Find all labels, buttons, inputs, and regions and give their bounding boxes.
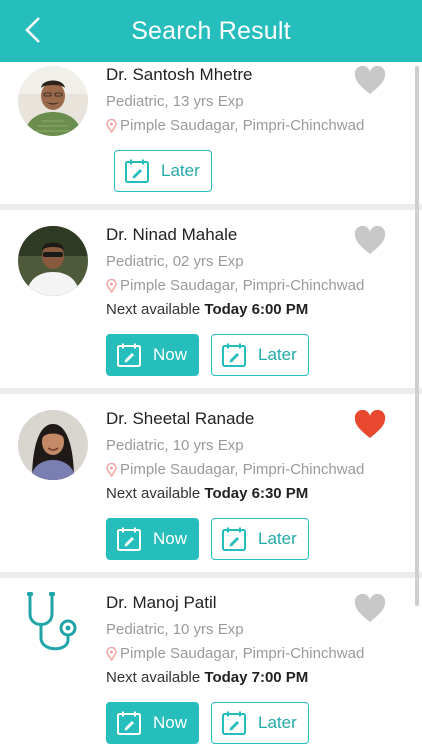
location-text: Pimple Saudagar, Pimpri-Chinchwad [120, 645, 365, 662]
location-pin-icon [106, 462, 117, 477]
doctor-name[interactable]: Dr. Sheetal Ranade [106, 409, 254, 429]
doctor-location: Pimple Saudagar, Pimpri-Chinchwad [106, 461, 364, 478]
calendar-edit-icon [116, 342, 142, 368]
doctor-location: Pimple Saudagar, Pimpri-Chinchwad [106, 645, 364, 662]
location-pin-icon [106, 278, 117, 293]
calendar-edit-icon [116, 710, 142, 736]
doctor-specialty: Pediatric, 10 yrs Exp [106, 621, 244, 638]
book-later-button[interactable]: Later [211, 334, 309, 376]
calendar-edit-icon [116, 526, 142, 552]
availability-time: Today 7:00 PM [204, 669, 309, 686]
app-header: Search Result [0, 0, 422, 62]
availability-time: Today 6:00 PM [204, 301, 309, 318]
stethoscope-icon [18, 588, 88, 658]
availability-time: Today 6:30 PM [204, 485, 309, 502]
now-label: Now [153, 345, 188, 364]
doctor-location: Pimple Saudagar, Pimpri-Chinchwad [106, 117, 364, 134]
book-later-button[interactable]: Later [211, 518, 309, 560]
location-pin-icon [106, 646, 117, 661]
avatar [18, 226, 88, 296]
favorite-heart-icon[interactable] [354, 409, 386, 440]
avatar [18, 410, 88, 480]
favorite-heart-icon[interactable] [354, 593, 386, 624]
doctor-card[interactable]: Dr. Ninad Mahale Pediatric, 02 yrs Exp P… [0, 210, 422, 388]
next-available: Next available Today 7:00 PM [106, 669, 308, 686]
later-label: Later [258, 345, 297, 364]
next-available: Next available Today 6:30 PM [106, 485, 308, 502]
page-title: Search Result [131, 16, 291, 45]
doctor-name[interactable]: Dr. Manoj Patil [106, 593, 217, 613]
doctor-specialty: Pediatric, 13 yrs Exp [106, 93, 244, 110]
book-later-button[interactable]: Later [114, 150, 212, 192]
calendar-edit-icon [221, 342, 247, 368]
book-now-button[interactable]: Now [106, 702, 199, 744]
back-button[interactable] [18, 14, 48, 46]
later-label: Later [161, 161, 200, 180]
availability-prefix: Next available [106, 669, 201, 686]
doctor-specialty: Pediatric, 10 yrs Exp [106, 437, 244, 454]
later-label: Later [258, 529, 297, 548]
doctor-name[interactable]: Dr. Ninad Mahale [106, 225, 237, 245]
doctor-card[interactable]: Dr. Santosh Mhetre Pediatric, 13 yrs Exp… [0, 62, 422, 204]
calendar-edit-icon [221, 710, 247, 736]
scrollbar[interactable] [415, 66, 419, 606]
now-label: Now [153, 713, 188, 732]
book-now-button[interactable]: Now [106, 334, 199, 376]
availability-prefix: Next available [106, 485, 201, 502]
location-text: Pimple Saudagar, Pimpri-Chinchwad [120, 117, 365, 134]
avatar [18, 66, 88, 136]
now-label: Now [153, 529, 188, 548]
next-available: Next available Today 6:00 PM [106, 301, 308, 318]
doctor-list[interactable]: Dr. Santosh Mhetre Pediatric, 13 yrs Exp… [0, 62, 422, 750]
availability-prefix: Next available [106, 301, 201, 318]
doctor-card[interactable]: Dr. Manoj Patil Pediatric, 10 yrs Exp Pi… [0, 578, 422, 750]
book-now-button[interactable]: Now [106, 518, 199, 560]
calendar-edit-icon [124, 158, 150, 184]
location-pin-icon [106, 118, 117, 133]
doctor-specialty: Pediatric, 02 yrs Exp [106, 253, 244, 270]
favorite-heart-icon[interactable] [354, 225, 386, 256]
doctor-location: Pimple Saudagar, Pimpri-Chinchwad [106, 277, 364, 294]
doctor-card[interactable]: Dr. Sheetal Ranade Pediatric, 10 yrs Exp… [0, 394, 422, 572]
location-text: Pimple Saudagar, Pimpri-Chinchwad [120, 461, 365, 478]
later-label: Later [258, 713, 297, 732]
calendar-edit-icon [221, 526, 247, 552]
favorite-heart-icon[interactable] [354, 65, 386, 96]
chevron-left-icon [25, 17, 40, 43]
book-later-button[interactable]: Later [211, 702, 309, 744]
doctor-name[interactable]: Dr. Santosh Mhetre [106, 65, 252, 85]
location-text: Pimple Saudagar, Pimpri-Chinchwad [120, 277, 365, 294]
